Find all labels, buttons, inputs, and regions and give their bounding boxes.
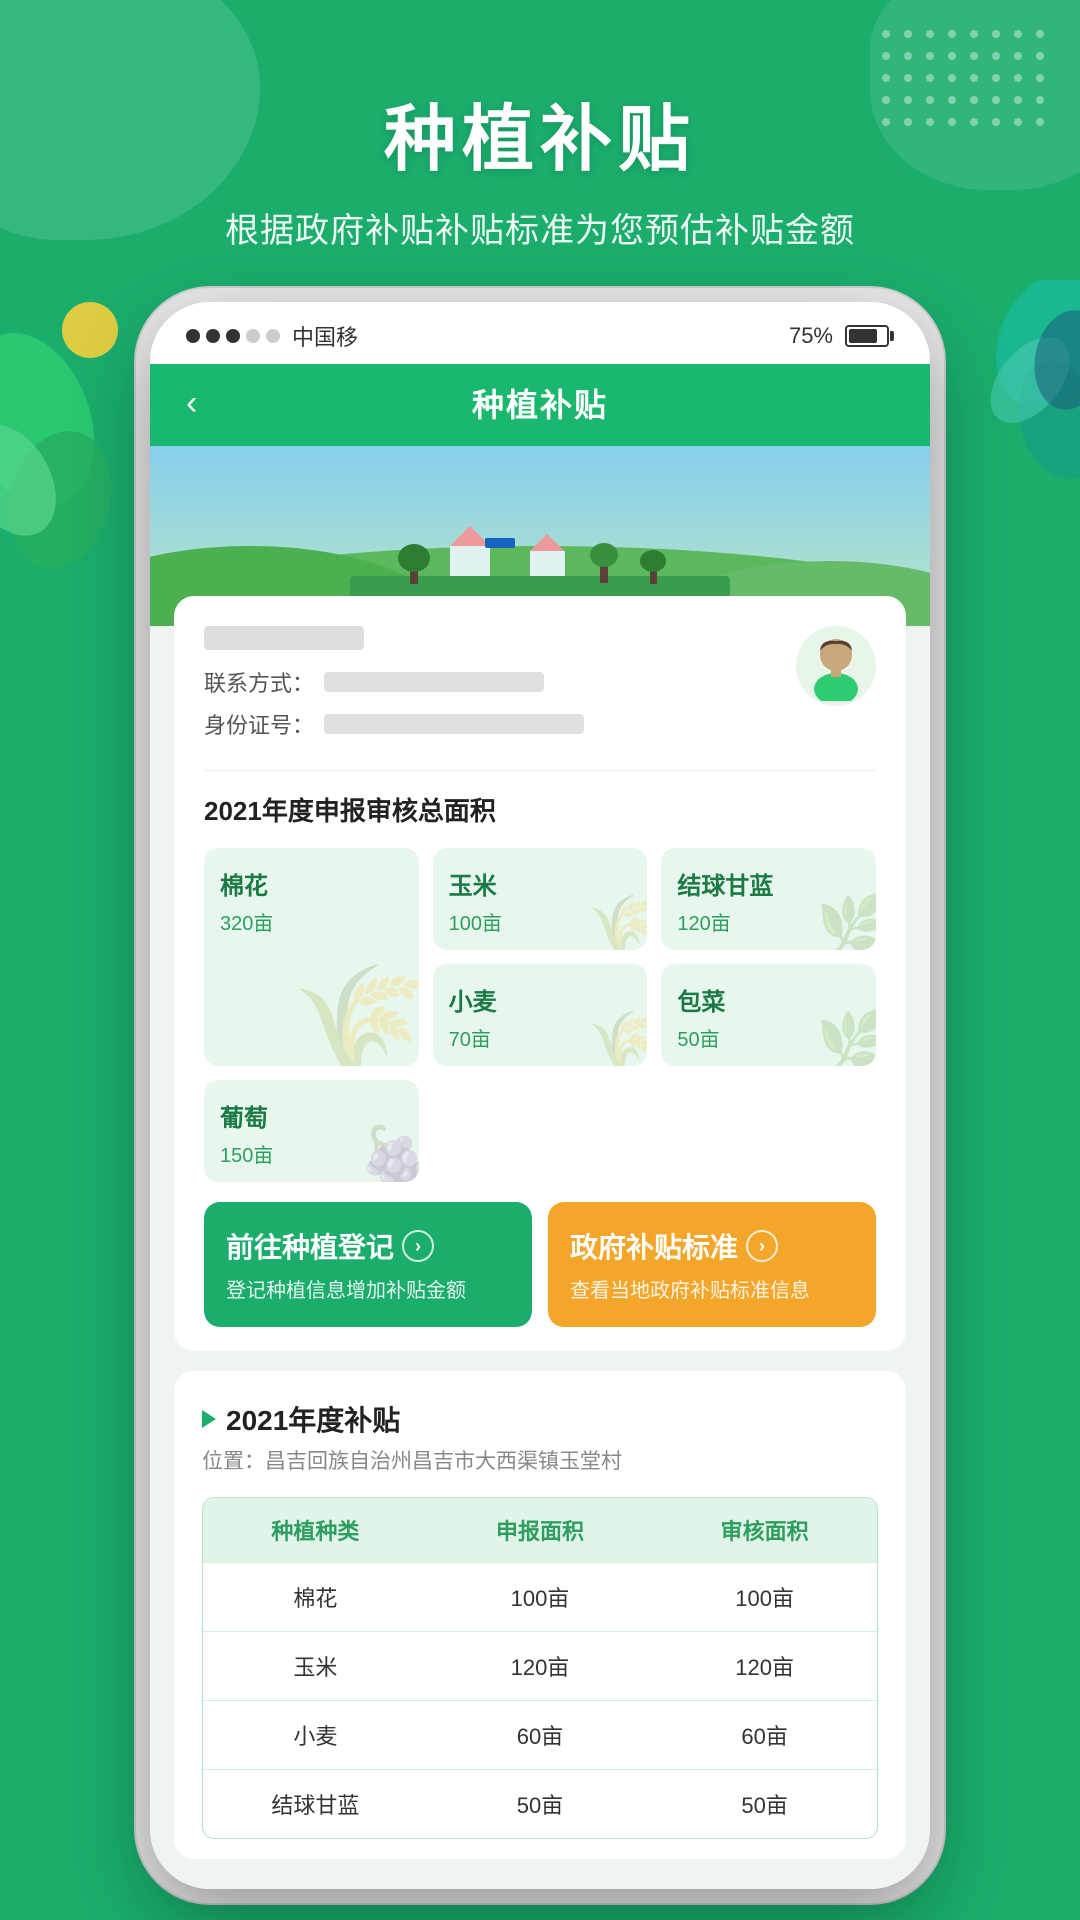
nav-bar: ‹ 种植补贴: [150, 364, 930, 446]
th-verified-area: 审核面积: [652, 1498, 877, 1562]
user-info-row: 联系方式： 身份证号：: [204, 626, 876, 750]
battery-percentage: 75%: [789, 323, 833, 349]
signal-dot-5: [266, 329, 280, 343]
table-row: 小麦 60亩 60亩: [203, 1700, 877, 1769]
back-button[interactable]: ‹: [186, 384, 197, 423]
signal-dot-4: [246, 329, 260, 343]
td-cabbage-verified: 50亩: [652, 1770, 877, 1838]
standard-button-sub: 查看当地政府补贴标准信息: [570, 1274, 854, 1303]
triangle-icon: [202, 1410, 216, 1428]
battery-fill: [849, 329, 877, 343]
table-row: 玉米 120亩 120亩: [203, 1631, 877, 1700]
table-row: 棉花 100亩 100亩: [203, 1562, 877, 1631]
crop-card-cabbage: 结球甘蓝 120亩 🌿: [661, 848, 876, 950]
td-wheat-verified: 60亩: [652, 1701, 877, 1769]
contact-value-blurred: [324, 672, 544, 692]
td-corn-verified: 120亩: [652, 1632, 877, 1700]
th-reported-area: 申报面积: [428, 1498, 653, 1562]
register-button[interactable]: 前往种植登记 › 登记种植信息增加补贴金额: [204, 1202, 532, 1327]
crop-area-cabbage: 120亩: [677, 907, 860, 936]
phone-frame: 中国移 75% ‹ 种植补贴: [150, 302, 930, 1889]
standard-button[interactable]: 政府补贴标准 › 查看当地政府补贴标准信息: [548, 1202, 876, 1327]
crop-name-pakchoi: 包菜: [677, 982, 860, 1017]
phone-wrapper: 中国移 75% ‹ 种植补贴: [0, 302, 1080, 1889]
subsidy-header: 2021年度补贴: [202, 1399, 878, 1439]
action-buttons: 前往种植登记 › 登记种植信息增加补贴金额 政府补贴标准 › 查看当地政府补贴标…: [204, 1202, 876, 1327]
crop-icon-cotton: 🌾: [292, 957, 419, 1066]
table-row: 结球甘蓝 50亩 50亩: [203, 1769, 877, 1838]
page-subtitle: 根据政府补贴补贴标准为您预估补贴金额: [0, 203, 1080, 252]
status-right: 75%: [789, 323, 894, 349]
td-cabbage-reported: 50亩: [428, 1770, 653, 1838]
crop-area-corn: 100亩: [449, 907, 632, 936]
crop-name-corn: 玉米: [449, 866, 632, 901]
crop-name-grape: 葡萄: [220, 1098, 403, 1133]
crop-name-cotton: 棉花: [220, 866, 403, 901]
contact-field: 联系方式：: [204, 666, 796, 698]
carrier-text: 中国移: [292, 320, 358, 352]
divider: [204, 770, 876, 771]
info-card: 联系方式： 身份证号：: [174, 596, 906, 1351]
crop-card-corn: 玉米 100亩 🌾: [433, 848, 648, 950]
crop-area-cotton: 320亩: [220, 907, 403, 936]
crops-grid: 棉花 320亩 🌾 玉米 100亩 🌾 结球甘蓝 120亩 🌿: [204, 848, 876, 1182]
register-button-sub: 登记种植信息增加补贴金额: [226, 1274, 510, 1303]
header-area: 种植补贴 根据政府补贴补贴标准为您预估补贴金额: [0, 0, 1080, 252]
crop-area-pakchoi: 50亩: [677, 1023, 860, 1052]
subsidy-location: 位置：昌吉回族自治州昌吉市大西渠镇玉堂村: [202, 1445, 878, 1475]
user-name-blurred: [204, 626, 364, 650]
td-cotton-reported: 100亩: [428, 1563, 653, 1631]
contact-label: 联系方式：: [204, 666, 314, 698]
crop-card-cotton: 棉花 320亩 🌾: [204, 848, 419, 1066]
standard-button-title: 政府补贴标准 ›: [570, 1226, 854, 1266]
avatar: [796, 626, 876, 706]
crop-name-cabbage: 结球甘蓝: [677, 866, 860, 901]
register-arrow-icon: ›: [402, 1230, 434, 1262]
user-details: 联系方式： 身份证号：: [204, 626, 796, 750]
subsidy-section: 2021年度补贴 位置：昌吉回族自治州昌吉市大西渠镇玉堂村 种植种类 申报面积 …: [174, 1371, 906, 1859]
subsidy-title: 2021年度补贴: [226, 1399, 400, 1439]
crop-card-grape: 葡萄 150亩 🍇: [204, 1080, 419, 1182]
id-value-blurred: [324, 714, 584, 734]
crops-section-title: 2021年度申报审核总面积: [204, 791, 876, 828]
crop-name-wheat: 小麦: [449, 982, 632, 1017]
subsidy-table: 种植种类 申报面积 审核面积 棉花 100亩 100亩 玉米 120亩 120亩: [202, 1497, 878, 1839]
page-title: 种植补贴: [0, 80, 1080, 185]
signal-dot-1: [186, 329, 200, 343]
th-crop-type: 种植种类: [203, 1498, 428, 1562]
signal-dot-3: [226, 329, 240, 343]
td-cabbage-type: 结球甘蓝: [203, 1770, 428, 1838]
signal-area: 中国移: [186, 320, 358, 352]
crop-area-wheat: 70亩: [449, 1023, 632, 1052]
phone-content: 联系方式： 身份证号：: [150, 596, 930, 1889]
standard-arrow-icon: ›: [746, 1230, 778, 1262]
id-label: 身份证号：: [204, 708, 314, 740]
signal-dot-2: [206, 329, 220, 343]
crop-area-grape: 150亩: [220, 1139, 403, 1168]
crop-card-pakchoi: 包菜 50亩 🌿: [661, 964, 876, 1066]
td-wheat-reported: 60亩: [428, 1701, 653, 1769]
id-field: 身份证号：: [204, 708, 796, 740]
td-cotton-verified: 100亩: [652, 1563, 877, 1631]
battery-tip: [890, 331, 894, 341]
battery-icon: [845, 325, 894, 347]
table-header: 种植种类 申报面积 审核面积: [203, 1498, 877, 1562]
status-bar: 中国移 75%: [150, 302, 930, 364]
nav-title: 种植补贴: [472, 380, 608, 426]
td-cotton-type: 棉花: [203, 1563, 428, 1631]
td-wheat-type: 小麦: [203, 1701, 428, 1769]
td-corn-reported: 120亩: [428, 1632, 653, 1700]
crop-card-wheat: 小麦 70亩 🌾: [433, 964, 648, 1066]
register-button-title: 前往种植登记 ›: [226, 1226, 510, 1266]
td-corn-type: 玉米: [203, 1632, 428, 1700]
